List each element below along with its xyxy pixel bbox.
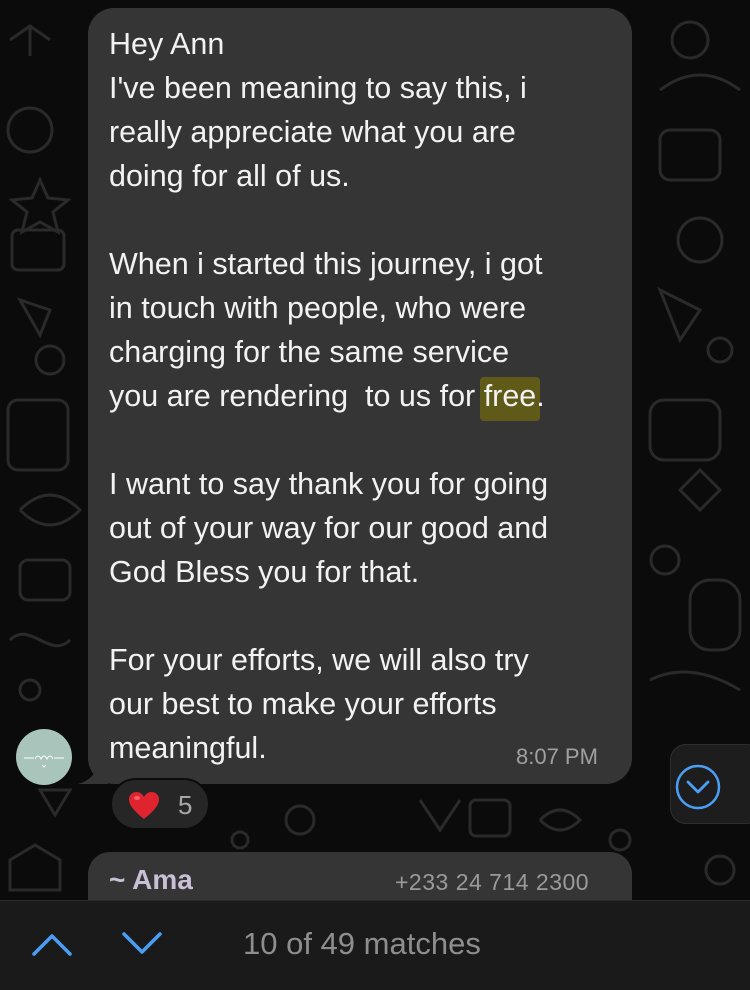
message-line: I've been meaning to say this, i bbox=[109, 71, 527, 105]
chevron-down-icon[interactable] bbox=[118, 922, 166, 966]
message-line: doing for all of us. bbox=[109, 159, 350, 193]
message-line: Hey Ann bbox=[109, 27, 225, 61]
message-line: charging for the same service bbox=[109, 335, 510, 369]
message-line: in touch with people, who were bbox=[109, 291, 527, 325]
search-match-count: 10 of 49 matches bbox=[243, 926, 481, 961]
sender-phone: +233 24 714 2300 bbox=[395, 869, 590, 895]
sender-name[interactable]: ~ Ama bbox=[109, 864, 193, 896]
avatar[interactable] bbox=[16, 729, 72, 785]
chevron-down-circle-icon bbox=[675, 764, 721, 810]
reaction-count: 5 bbox=[178, 790, 193, 820]
message-line: really appreciate what you are bbox=[109, 115, 516, 149]
message-line-highlighted: you are rendering to us for free. bbox=[109, 374, 619, 421]
message-timestamp: 8:07 PM bbox=[516, 744, 598, 769]
message-line: out of your way for our good and bbox=[109, 511, 549, 545]
message-line: When i started this journey, i got bbox=[109, 247, 543, 281]
paragraph-break bbox=[109, 594, 619, 638]
scroll-to-bottom-button[interactable] bbox=[670, 744, 750, 824]
message-text: Hey Ann I've been meaning to say this, i… bbox=[109, 22, 619, 770]
message-line: I want to say thank you for going bbox=[109, 467, 549, 501]
paragraph-break bbox=[109, 198, 619, 242]
chevron-up-icon[interactable] bbox=[28, 922, 76, 966]
message-line: For your efforts, we will also try bbox=[109, 643, 529, 677]
paragraph-break bbox=[109, 418, 619, 462]
avatar-logo-icon bbox=[24, 755, 64, 768]
red-heart-icon bbox=[129, 792, 159, 819]
message-line: God Bless you for that. bbox=[109, 555, 420, 589]
message-line-prefix: you are rendering to us for bbox=[109, 379, 484, 413]
search-match-highlight: free bbox=[479, 377, 541, 421]
reaction-pill[interactable]: 5 bbox=[110, 778, 210, 830]
message-line: our best to make your efforts bbox=[109, 687, 497, 721]
message-line-suffix: . bbox=[536, 379, 545, 413]
